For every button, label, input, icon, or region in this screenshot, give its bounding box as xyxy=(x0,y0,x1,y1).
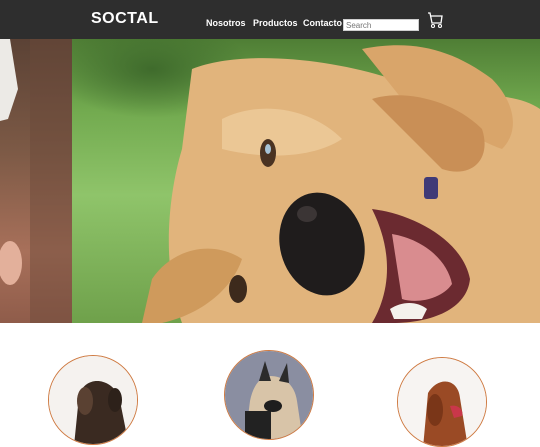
search-input[interactable] xyxy=(343,19,419,31)
dog-photo xyxy=(72,39,540,323)
nav-link-contacto[interactable]: Contacto xyxy=(303,18,342,28)
product-thumb-dog-1[interactable] xyxy=(48,355,138,445)
nav-link-productos[interactable]: Productos xyxy=(253,18,298,28)
navbar: SOCTAL Nosotros Productos Contacto xyxy=(0,0,540,39)
featured-section xyxy=(0,323,540,447)
product-thumb-dog-3[interactable] xyxy=(397,357,487,447)
nav-link-nosotros[interactable]: Nosotros xyxy=(206,18,246,28)
hero-side-photo xyxy=(0,39,72,323)
hero-image xyxy=(0,39,540,323)
product-thumb-dog-2[interactable] xyxy=(224,350,314,440)
brand-logo[interactable]: SOCTAL xyxy=(91,10,159,28)
shopping-cart-icon[interactable] xyxy=(427,11,443,29)
